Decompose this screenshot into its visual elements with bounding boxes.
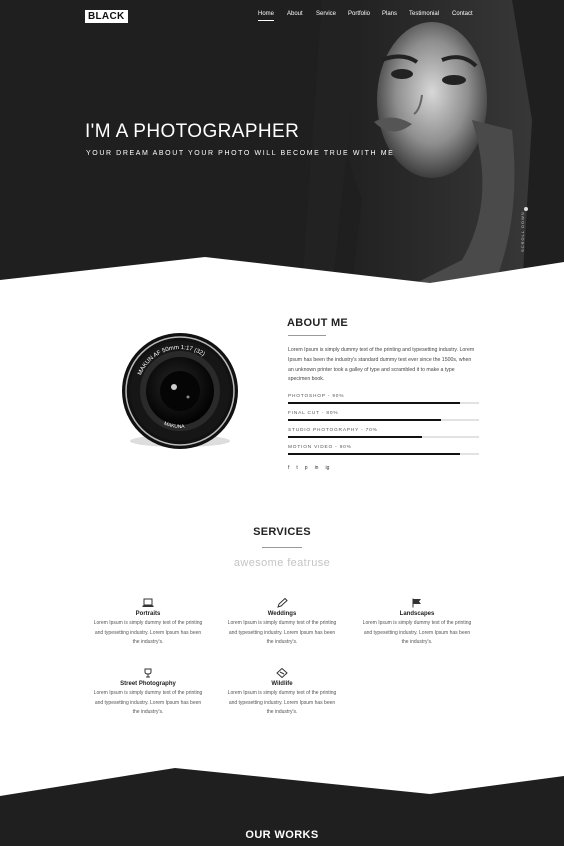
twitter-icon[interactable]: t — [296, 465, 297, 471]
nav-home[interactable]: Home — [258, 11, 275, 21]
skill-label: PHOTOSHOP - 90% — [288, 394, 345, 399]
services-title-underline — [262, 547, 302, 548]
skill-label: STUDIO PHOTOGRAPHY - 70% — [288, 428, 378, 433]
service-description: Lorem Ipsum is simply dummy text of the … — [227, 690, 337, 715]
skill-studio-photography: STUDIO PHOTOGRAPHY - 70% — [288, 428, 479, 438]
service-name: Portraits — [135, 611, 161, 617]
skill-bar-fill — [288, 453, 460, 455]
services-title: SERVICES — [253, 526, 311, 538]
skill-bar-fill — [288, 436, 422, 438]
social-links: f t p in ig — [288, 465, 329, 471]
nav-service[interactable]: Service — [316, 11, 336, 17]
works-title: OUR WORKS — [245, 829, 319, 841]
service-description: Lorem Ipsum is simply dummy text of the … — [93, 620, 203, 645]
service-description: Lorem Ipsum is simply dummy text of the … — [362, 620, 472, 645]
about-title: ABOUT ME — [287, 317, 349, 329]
services-subtitle: awesome featruse — [233, 557, 331, 569]
service-name: Wildlife — [271, 681, 293, 687]
service-name: Street Photography — [120, 681, 176, 687]
laptop-icon — [142, 598, 154, 607]
linkedin-icon[interactable]: in — [315, 465, 319, 471]
about-description: Lorem Ipsum is simply dummy text of the … — [288, 347, 475, 383]
facebook-icon[interactable]: f — [288, 465, 289, 471]
pinterest-icon[interactable]: p — [305, 465, 308, 471]
service-weddings: Weddings Lorem Ipsum is simply dummy tex… — [227, 598, 337, 648]
hero-angled-divider — [0, 257, 564, 290]
hero-subtitle: YOUR DREAM ABOUT YOUR PHOTO WILL BECOME … — [86, 150, 395, 157]
flag-icon — [412, 598, 421, 608]
skill-bar-fill — [288, 402, 460, 404]
skill-track — [288, 419, 479, 421]
skill-track — [288, 453, 479, 455]
hero-portrait-image — [262, 0, 564, 290]
service-name: Weddings — [267, 611, 297, 617]
nav-about[interactable]: About — [287, 11, 303, 17]
ticket-icon — [276, 668, 288, 678]
service-street-photography: Street Photography Lorem Ipsum is simply… — [93, 668, 203, 718]
service-wildlife: Wildlife Lorem Ipsum is simply dummy tex… — [227, 668, 337, 718]
service-portraits: Portraits Lorem Ipsum is simply dummy te… — [93, 598, 203, 648]
about-title-underline — [288, 335, 326, 336]
brand-logo[interactable]: BLACK — [85, 10, 128, 23]
scroll-down-link[interactable]: SCROLL DOWN — [520, 211, 525, 252]
skill-label: FINAL CUT - 80% — [288, 411, 339, 416]
camera-lens-image: MAKUN AF 50mm 1:17 (32) MAKUNA — [122, 333, 238, 449]
skill-label: MOTION VIDEO - 90% — [288, 445, 352, 450]
service-landscapes: Landscapes Lorem Ipsum is simply dummy t… — [362, 598, 472, 648]
nav-contact[interactable]: Contact — [452, 11, 473, 17]
hero-section: BLACK Home About Service Portfolio Plans… — [0, 0, 564, 290]
skill-motion-video: MOTION VIDEO - 90% — [288, 445, 479, 455]
skill-track — [288, 436, 479, 438]
nav-testimonial[interactable]: Testimonial — [409, 11, 439, 17]
instagram-icon[interactable]: ig — [325, 465, 329, 471]
service-description: Lorem Ipsum is simply dummy text of the … — [227, 620, 337, 645]
pencil-icon — [277, 598, 288, 608]
hero-title: I'M A PHOTOGRAPHER — [85, 121, 300, 142]
service-description: Lorem Ipsum is simply dummy text of the … — [93, 690, 203, 715]
skill-track — [288, 402, 479, 404]
trophy-icon — [144, 668, 152, 678]
nav-plans[interactable]: Plans — [382, 11, 397, 17]
service-name: Landscapes — [399, 611, 435, 617]
skill-final-cut: FINAL CUT - 80% — [288, 411, 479, 421]
skill-photoshop: PHOTOSHOP - 90% — [288, 394, 479, 404]
skill-bar-fill — [288, 419, 441, 421]
nav-portfolio[interactable]: Portfolio — [348, 11, 370, 17]
